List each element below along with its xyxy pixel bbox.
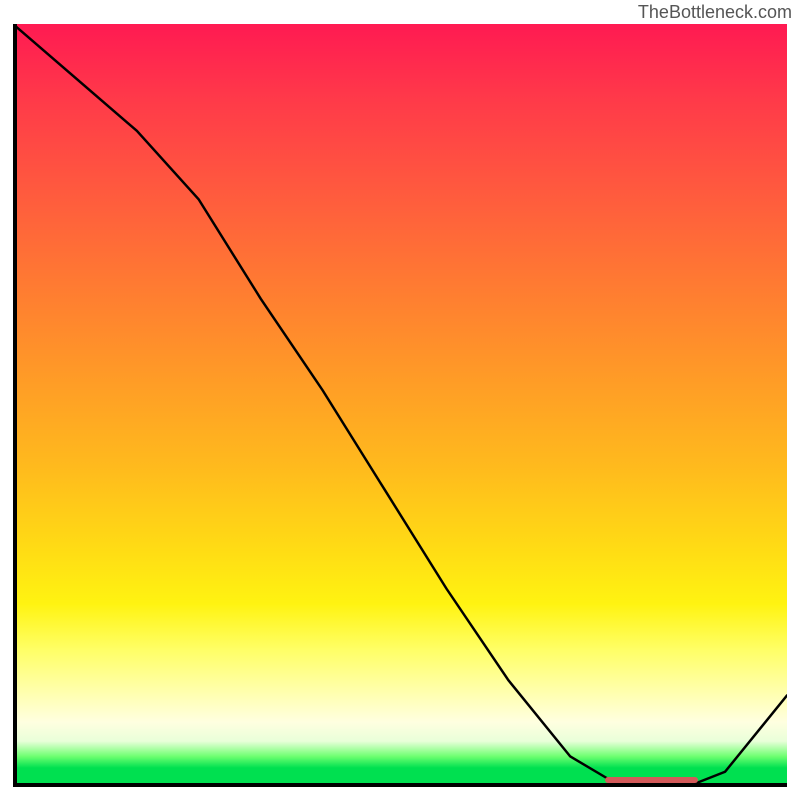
curve-plot — [13, 24, 787, 787]
bottleneck-chart — [13, 24, 787, 787]
bottleneck-curve — [13, 24, 787, 787]
attribution-text: TheBottleneck.com — [638, 2, 792, 23]
minimum-band-marker — [605, 777, 698, 783]
